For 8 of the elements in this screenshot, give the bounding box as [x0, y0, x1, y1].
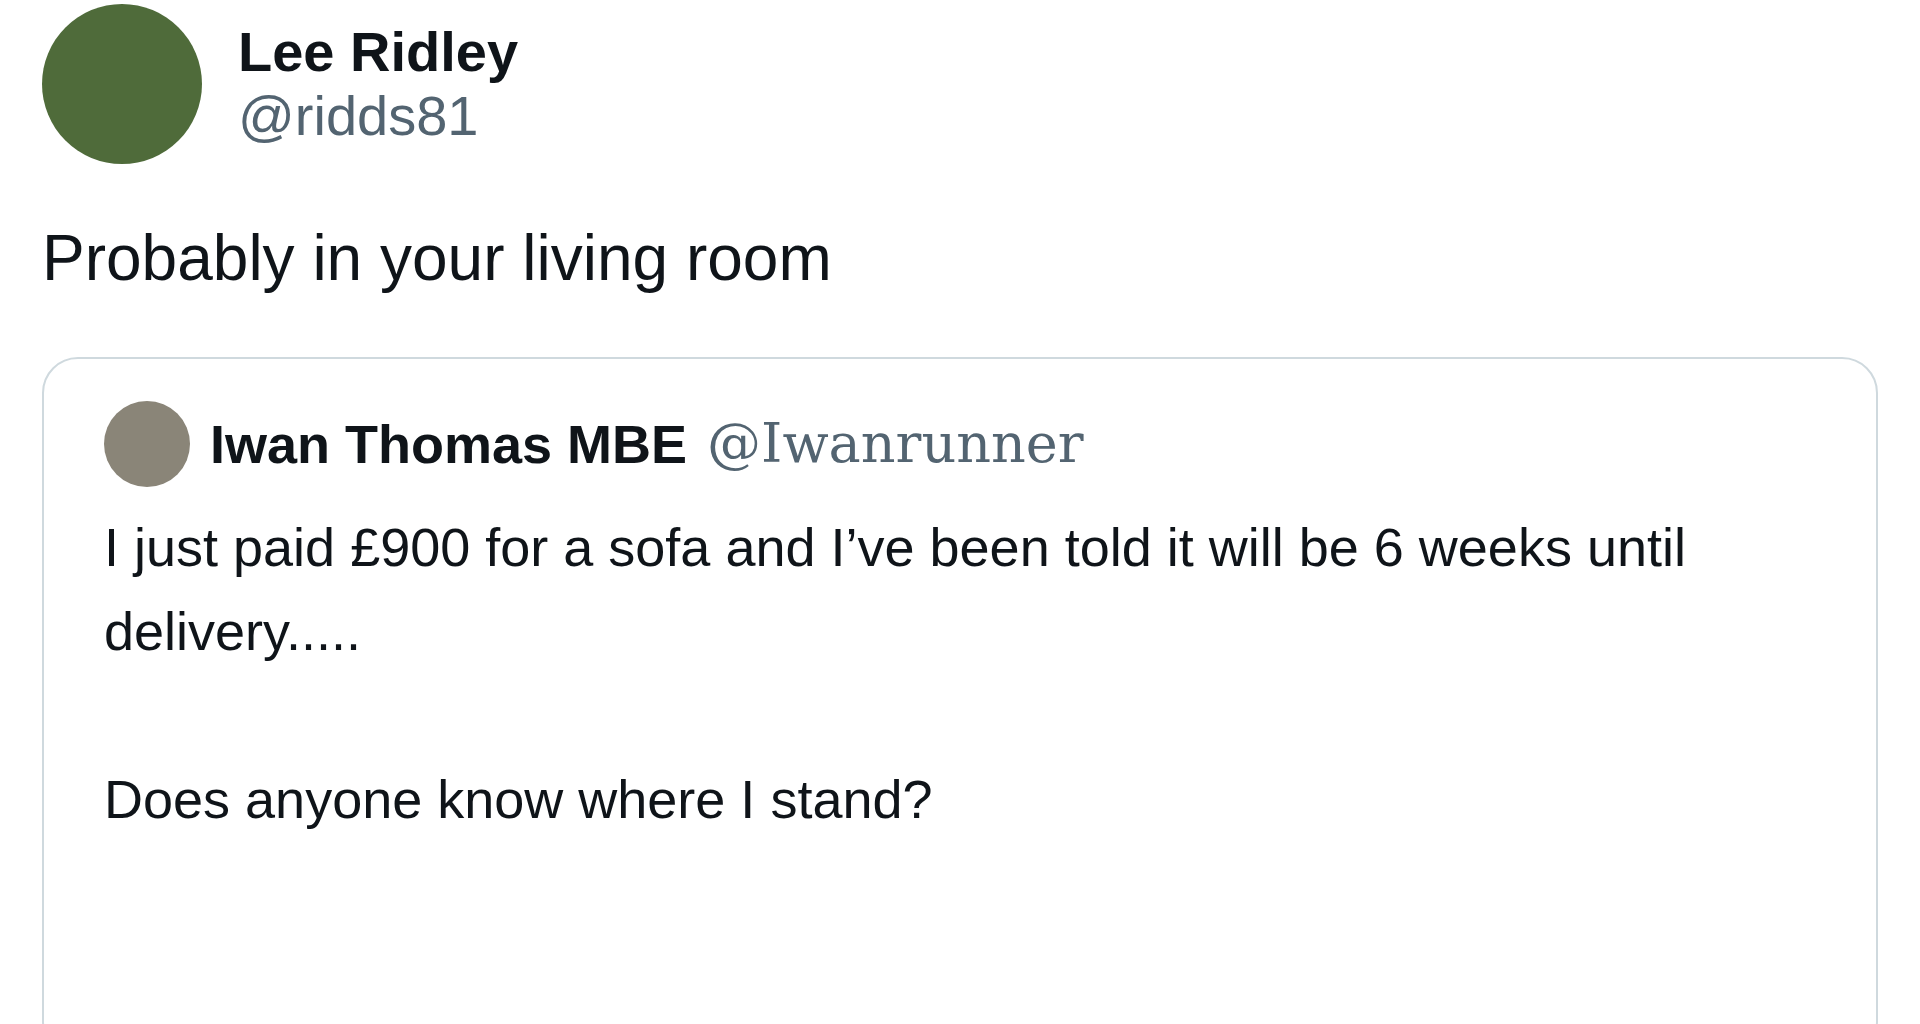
quoted-author-name[interactable]: Iwan Thomas MBE — [210, 412, 688, 475]
author-name[interactable]: Lee Ridley — [238, 19, 519, 84]
author-handle[interactable]: @ridds81 — [238, 84, 519, 149]
tweet-text: Probably in your living room — [42, 221, 833, 296]
quoted-author-handle[interactable]: @Iwanrunner — [707, 412, 1084, 476]
quoted-tweet-text: I just paid £900 for a sofa and I’ve been told it will be 6 weeks until delivery..... — [104, 515, 1687, 663]
quoted-tweet-card[interactable]: Iwan Thomas MBE @Iwanrunner I just paid £900 for a sofa and I’ve been told it will be 6 weeks until delivery..... Does anyone know where I stand? — [42, 356, 1878, 1024]
quoted-tweet-text: Does anyone know where I stand? — [104, 767, 934, 831]
